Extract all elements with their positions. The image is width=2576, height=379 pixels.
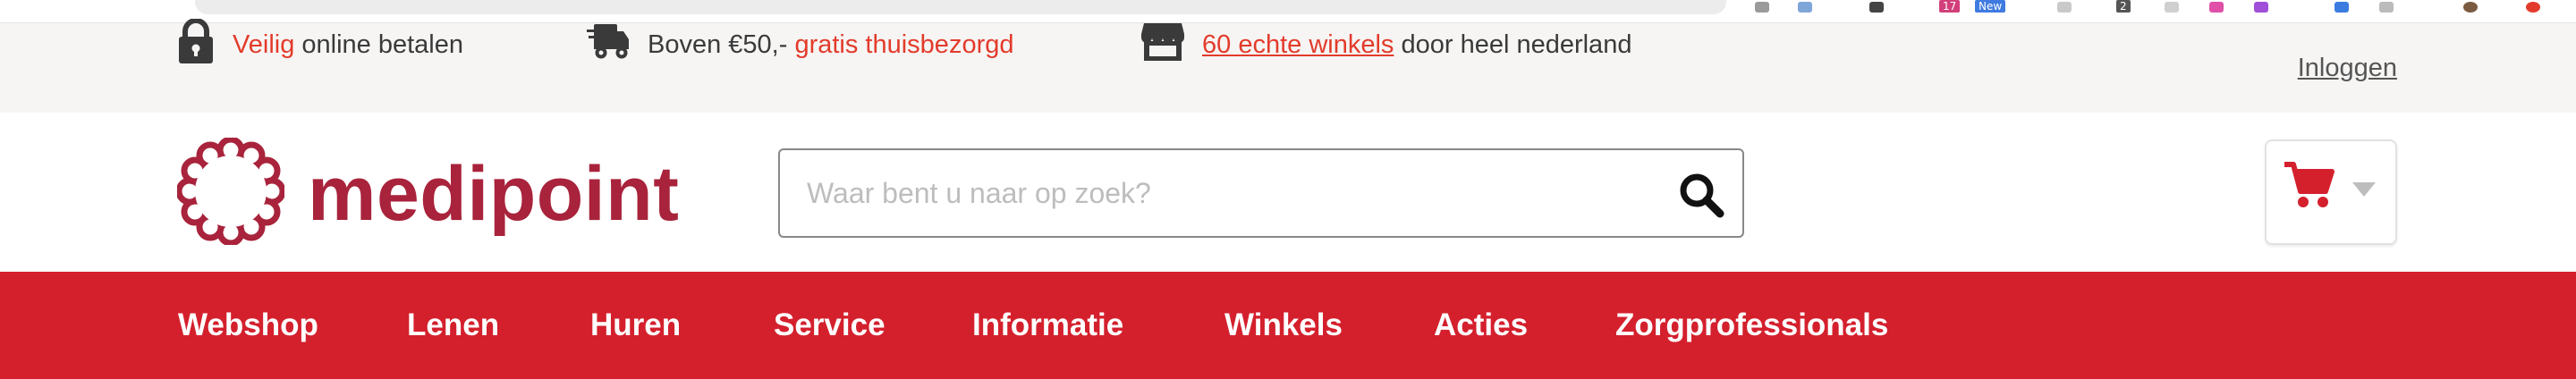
extension-icon[interactable]: [2057, 2, 2072, 13]
usp-secure-payment: Veilig online betalen: [177, 0, 463, 89]
flower-logo-icon: [175, 136, 286, 249]
search-bar: [778, 148, 1744, 238]
usp-stores: 60 echte winkels door heel nederland: [1141, 0, 1631, 89]
usp-free-delivery: Boven €50,- gratis thuisbezorgd: [587, 0, 1013, 89]
shopping-cart-icon: [2283, 159, 2334, 215]
usp-delivery-highlight: gratis thuisbezorgd: [794, 29, 1014, 59]
delivery-truck-icon: [587, 22, 630, 67]
nav-item-acties[interactable]: Acties: [1434, 272, 1528, 379]
extension-icon[interactable]: [2254, 2, 2268, 13]
nav-item-zorgprofessionals[interactable]: Zorgprofessionals: [1615, 272, 1888, 379]
extension-icon[interactable]: [2379, 2, 2394, 13]
notification-badge: 17: [1939, 0, 1961, 13]
extension-icon[interactable]: [1755, 2, 1769, 13]
count-badge: 2: [2116, 0, 2131, 13]
nav-item-winkels[interactable]: Winkels: [1224, 272, 1343, 379]
extension-icon[interactable]: [2165, 2, 2179, 13]
usp-secure-highlight: Veilig: [233, 29, 295, 59]
usp-stores-text: door heel nederland: [1394, 29, 1632, 59]
update-indicator[interactable]: [2526, 2, 2540, 13]
main-navigation: Webshop Lenen Huren Service Informatie W…: [0, 272, 2576, 379]
usp-secure-text: online betalen: [294, 29, 463, 59]
extension-icon[interactable]: [2334, 2, 2349, 13]
extension-icon[interactable]: [2209, 2, 2224, 13]
usp-delivery-prefix: Boven €50,-: [648, 29, 795, 59]
storefront-icon: [1141, 21, 1184, 68]
nav-item-webshop[interactable]: Webshop: [178, 272, 318, 379]
profile-avatar[interactable]: [2463, 2, 2478, 13]
search-input[interactable]: [807, 150, 1665, 236]
extension-icon[interactable]: [1798, 2, 1812, 13]
logo-text: medipoint: [308, 150, 680, 237]
chevron-down-icon: [2352, 182, 2376, 197]
login-link[interactable]: Inloggen: [2298, 23, 2397, 113]
site-header: medipoint: [0, 113, 2576, 272]
nav-item-informatie[interactable]: Informatie: [972, 272, 1123, 379]
medipoint-logo[interactable]: medipoint: [175, 136, 680, 249]
lock-icon: [177, 18, 215, 71]
cart-button[interactable]: [2265, 139, 2397, 245]
new-badge: New: [1975, 0, 2006, 13]
search-icon[interactable]: [1676, 170, 1726, 220]
extension-icon[interactable]: [1869, 2, 1884, 13]
stores-link[interactable]: 60 echte winkels: [1202, 30, 1394, 60]
nav-item-huren[interactable]: Huren: [590, 272, 681, 379]
nav-item-service[interactable]: Service: [774, 272, 886, 379]
nav-item-lenen[interactable]: Lenen: [407, 272, 499, 379]
